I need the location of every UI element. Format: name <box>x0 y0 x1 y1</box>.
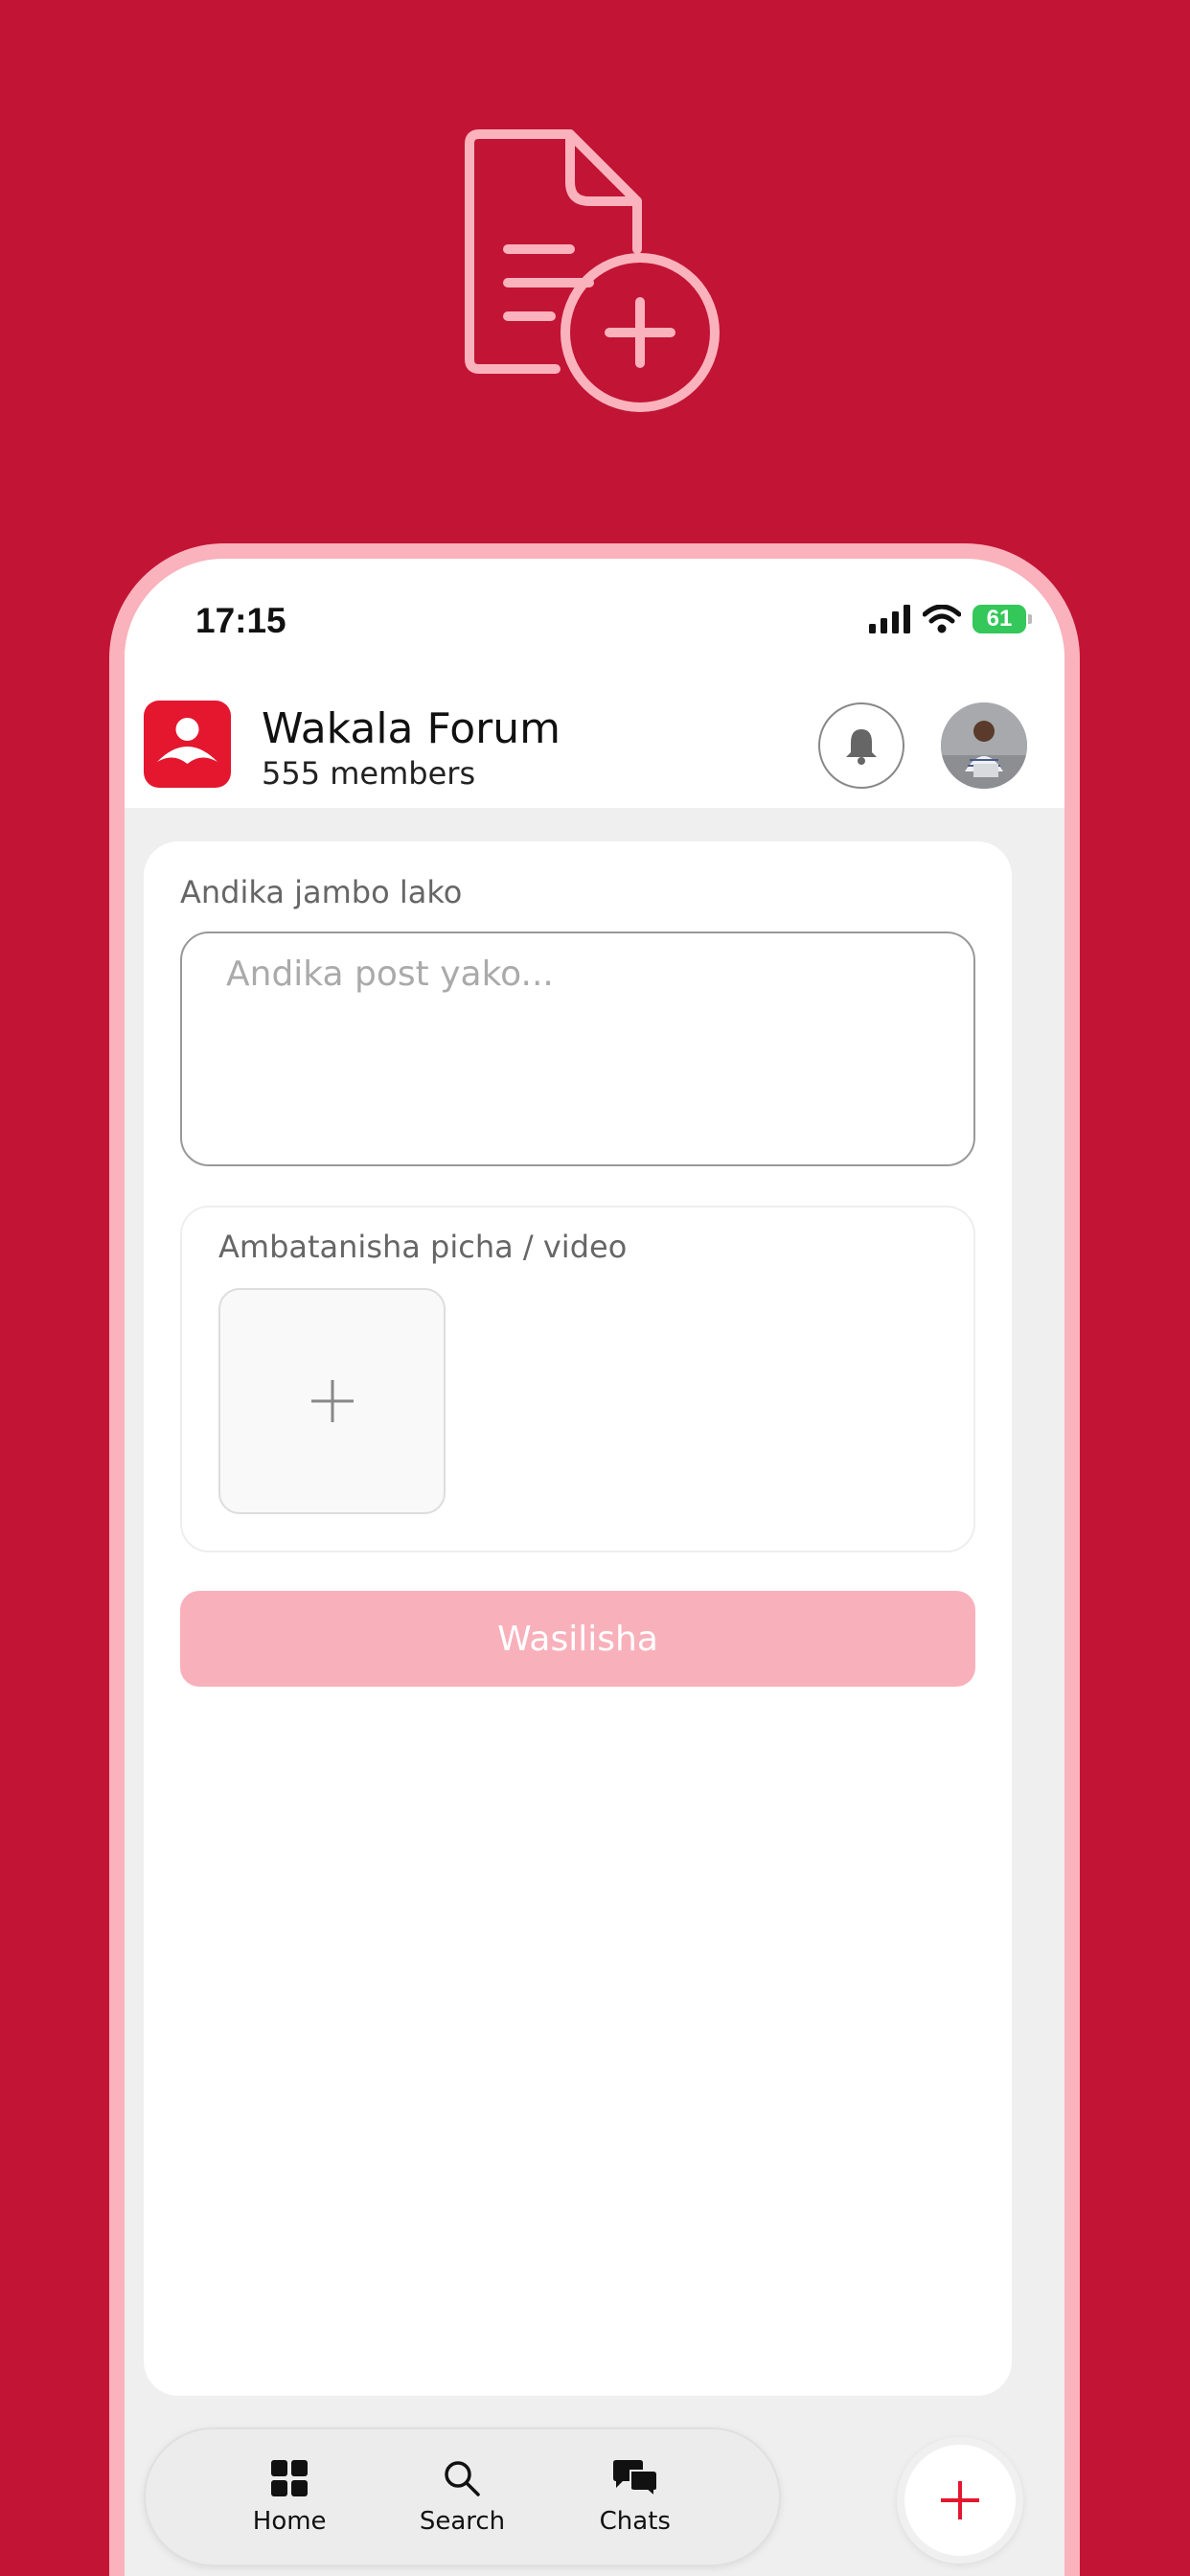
avatar[interactable] <box>941 702 1027 789</box>
post-input[interactable] <box>180 932 975 1166</box>
forum-title: Wakala Forum <box>262 704 561 753</box>
create-post-card: Andika jambo lako Ambatanisha picha / vi… <box>144 841 1012 2396</box>
battery-indicator: 61 <box>973 605 1032 633</box>
status-indicators: 61 <box>869 605 1032 633</box>
document-add-icon <box>465 129 720 412</box>
attachment-section: Ambatanisha picha / video <box>180 1206 975 1552</box>
plus-icon <box>941 2481 979 2519</box>
tab-search-label: Search <box>419 2506 506 2536</box>
new-post-fab[interactable] <box>897 2437 1023 2564</box>
tab-home-label: Home <box>252 2506 327 2536</box>
member-count: 555 members <box>262 755 476 792</box>
add-media-button[interactable] <box>218 1288 446 1514</box>
cellular-signal-icon <box>869 605 910 633</box>
chat-bubbles-icon <box>612 2459 658 2497</box>
bottom-tab-bar: Home Search Chats <box>144 2427 781 2566</box>
tab-search[interactable]: Search <box>395 2459 529 2536</box>
write-label: Andika jambo lako <box>180 874 463 910</box>
notifications-button[interactable] <box>818 702 904 789</box>
attach-label: Ambatanisha picha / video <box>218 1229 628 1265</box>
status-time: 17:15 <box>195 601 286 640</box>
search-icon <box>445 2460 481 2496</box>
status-bar: 17:15 61 <box>125 559 1064 674</box>
app-header: Wakala Forum 555 members <box>125 674 1064 808</box>
person-logo-icon <box>144 701 231 788</box>
wifi-icon <box>923 605 961 633</box>
plus-icon <box>310 1380 354 1422</box>
bell-icon <box>846 729 877 765</box>
submit-button[interactable]: Wasilisha <box>180 1591 975 1687</box>
tab-chats[interactable]: Chats <box>568 2459 702 2536</box>
grid-icon <box>271 2459 309 2496</box>
tab-home[interactable]: Home <box>222 2459 356 2536</box>
phone-frame: 17:15 61 Wakala Forum 555 members Andika… <box>109 543 1080 2576</box>
tab-chats-label: Chats <box>599 2506 671 2536</box>
